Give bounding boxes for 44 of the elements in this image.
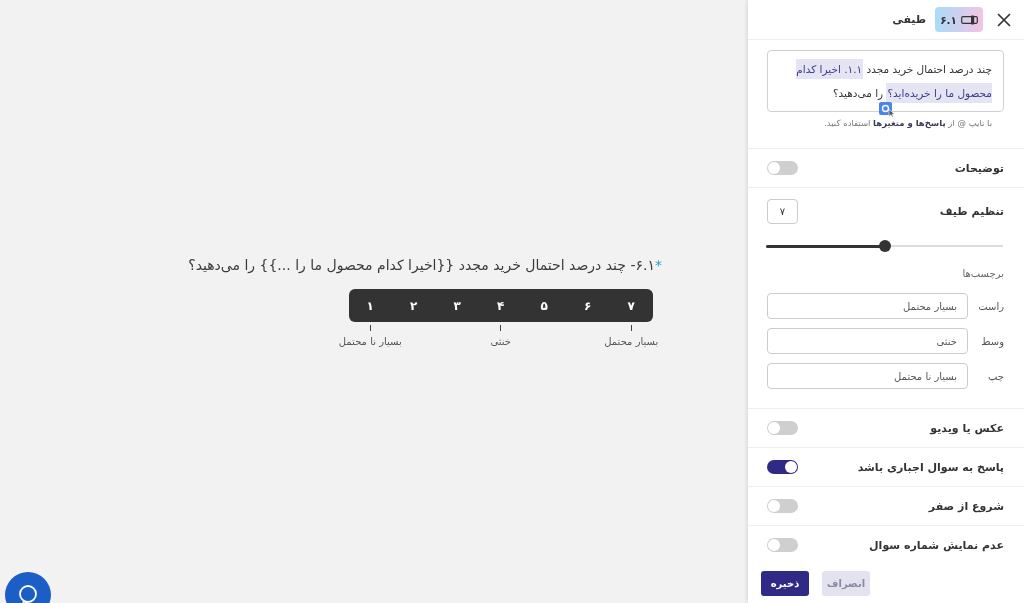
scale-label: خنثی <box>490 336 512 348</box>
field-label: چپ <box>988 370 1004 382</box>
toggle-switch[interactable] <box>767 499 798 513</box>
scale-option[interactable]: ۴ <box>479 289 523 322</box>
scale-option[interactable]: ۵ <box>522 289 566 322</box>
scale-option[interactable]: ۲ <box>392 289 436 322</box>
number-field[interactable]: ۷ <box>767 199 798 224</box>
save-button[interactable]: ذخیره <box>761 571 809 596</box>
setting-label: توضیحات <box>954 161 1004 175</box>
scale-tick <box>630 325 632 331</box>
panel-title: طیفی <box>892 13 927 26</box>
label-input[interactable]: بسیار محتمل <box>767 293 968 319</box>
question-input[interactable]: چند درصد احتمال خرید مجدد ۱.۱. اخیرا کدام محصول ما را خریده‌اید؟ را می‌دهید؟ <box>767 50 1004 112</box>
label-input[interactable]: بسیار نا محتمل <box>767 363 968 389</box>
toggle-switch[interactable] <box>767 460 798 474</box>
label-input[interactable]: خنثی <box>767 328 968 354</box>
hint-text: با تایپ @ از پاسخ‌ها و متغیرها استفاده کنید. <box>824 118 992 129</box>
scale-option[interactable]: ۶ <box>566 289 610 322</box>
question-number: ۶.۱ <box>940 13 957 26</box>
question-text: ۶.۱- چند درصد احتمال خرید مجدد {{اخیرا کدام محصول ما را ...}} را می‌دهید؟ <box>188 257 655 273</box>
setting-label: عدم نمایش شماره سوال <box>869 538 1004 552</box>
toggle-switch[interactable] <box>767 421 798 435</box>
field-label: راست <box>978 300 1004 312</box>
slider-icon <box>961 14 978 25</box>
field-label: وسط <box>981 335 1004 347</box>
scale-option[interactable]: ۷ <box>609 289 653 322</box>
close-icon[interactable] <box>997 12 1011 27</box>
app-icon[interactable] <box>879 102 896 117</box>
scale-option[interactable]: ۱ <box>348 289 392 322</box>
slider-thumb[interactable] <box>878 240 891 252</box>
scale-tick <box>500 325 502 331</box>
scale-label: بسیار محتمل <box>604 336 659 348</box>
section-label: برچسب‌ها <box>962 268 1004 280</box>
scale-option[interactable]: ۳ <box>435 289 479 322</box>
toggle-switch[interactable] <box>767 538 798 552</box>
toggle-switch[interactable] <box>767 161 798 175</box>
setting-label: شروع از صفر <box>928 499 1004 513</box>
setting-label: پاسخ به سوال اجباری باشد <box>857 460 1004 474</box>
scale-label: بسیار نا محتمل <box>338 336 402 348</box>
chat-icon <box>18 584 38 603</box>
setting-label: عکس یا ویدیو <box>930 421 1004 435</box>
required-mark: * <box>655 257 662 273</box>
setting-label: تنظیم طیف <box>939 205 1004 218</box>
scale-tick <box>369 325 371 331</box>
